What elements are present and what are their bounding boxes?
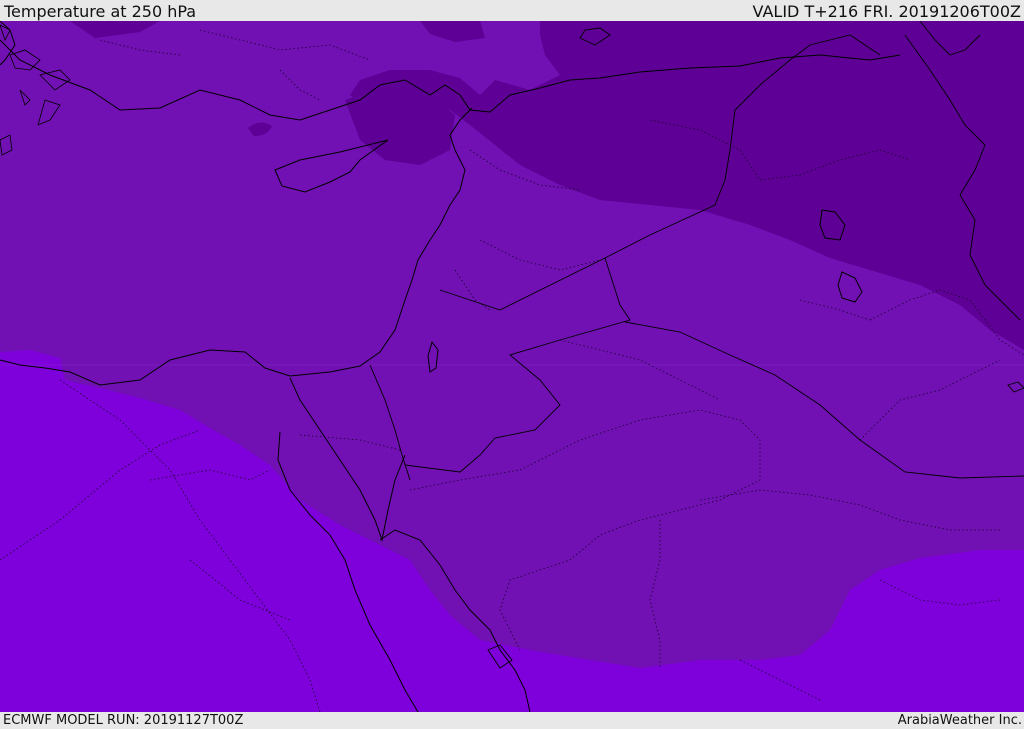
footer-bar: ECMWF MODEL RUN: 20191127T00Z ArabiaWeat… bbox=[0, 712, 1024, 729]
header-bar: Temperature at 250 hPa VALID T+216 FRI. … bbox=[0, 0, 1024, 21]
valid-time: VALID T+216 FRI. 20191206T00Z bbox=[752, 2, 1021, 21]
temperature-map bbox=[0, 21, 1024, 712]
credit-label: ArabiaWeather Inc. bbox=[897, 713, 1022, 728]
map-title: Temperature at 250 hPa bbox=[4, 2, 197, 21]
map-canvas[interactable] bbox=[0, 21, 1024, 712]
map-viewer: Temperature at 250 hPa VALID T+216 FRI. … bbox=[0, 0, 1024, 729]
model-run-label: ECMWF MODEL RUN: 20191127T00Z bbox=[3, 713, 244, 728]
